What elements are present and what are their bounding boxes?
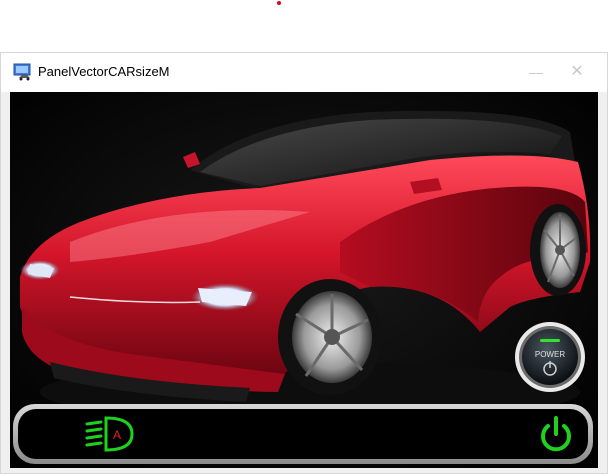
- power-icon[interactable]: [538, 415, 574, 453]
- power-button-label: POWER: [535, 350, 565, 359]
- car-panel: POWER A: [10, 92, 598, 468]
- close-button[interactable]: ✕: [557, 59, 597, 85]
- auto-headlight-icon[interactable]: A: [84, 414, 136, 454]
- dashboard-inner: A: [18, 409, 588, 459]
- window-title: PanelVectorCARsizeM: [38, 64, 170, 79]
- app-window: PanelVectorCARsizeM — ✕ POWER A: [0, 52, 608, 474]
- title-bar[interactable]: PanelVectorCARsizeM — ✕: [1, 53, 607, 92]
- app-icon: [13, 63, 31, 81]
- power-start-button[interactable]: POWER: [512, 319, 588, 395]
- headlight-auto-letter: A: [113, 428, 121, 442]
- red-dot-marker: [277, 1, 281, 5]
- minimize-button[interactable]: —: [516, 59, 556, 85]
- dashboard-bar: A: [13, 404, 593, 464]
